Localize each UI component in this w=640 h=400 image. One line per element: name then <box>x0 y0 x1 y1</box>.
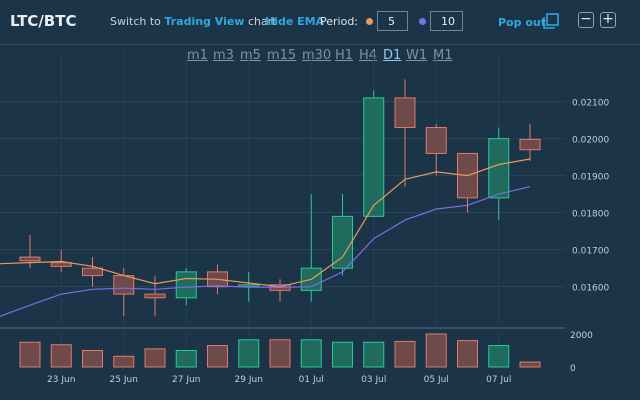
date-tick-label: 01 Jul <box>299 375 324 385</box>
candle-body <box>19 256 41 262</box>
candle-body <box>82 267 103 277</box>
date-tick-label: 07 Jul <box>486 375 511 385</box>
volume-bar <box>300 339 322 368</box>
candle-body <box>332 215 353 269</box>
price-tick-label: 0.01600 <box>572 284 609 294</box>
volume-bar <box>457 340 478 368</box>
price-tick-label: 0.01800 <box>572 210 609 220</box>
price-tick-label: 0.02100 <box>572 99 609 109</box>
price-tick-label: 0.01700 <box>572 247 609 257</box>
candle-body <box>50 262 72 267</box>
volume-tick-label: 0 <box>570 364 576 374</box>
ema-slow-line <box>0 186 531 317</box>
volume-bar <box>82 350 103 368</box>
candle-body <box>394 97 416 129</box>
candlestick-chart[interactable]: 0.02100 0.02000 0.01900 0.01800 0.01700 0.016… <box>0 0 640 400</box>
candle-body <box>144 293 166 299</box>
volume-bar <box>238 339 260 368</box>
ema-fast-line <box>0 158 531 288</box>
date-tick-label: 25 Jun <box>110 375 138 385</box>
volume-bar <box>488 345 510 368</box>
date-tick-label: 29 Jun <box>235 375 263 385</box>
candle-body <box>113 275 135 295</box>
volume-bar <box>519 361 541 368</box>
candle-body <box>175 271 197 299</box>
date-tick-label: 23 Jun <box>47 375 75 385</box>
volume-bar <box>269 339 291 368</box>
volume-bar <box>175 350 197 368</box>
volume-bar <box>50 344 72 368</box>
volume-bar <box>332 341 353 368</box>
volume-bar <box>207 345 228 368</box>
date-tick-label: 05 Jul <box>424 375 449 385</box>
volume-bar <box>144 348 166 368</box>
price-tick-label: 0.01900 <box>572 173 609 183</box>
volume-bar <box>19 341 41 368</box>
volume-bar <box>425 333 447 368</box>
price-tick-label: 0.02000 <box>572 136 609 146</box>
candle-body <box>425 127 447 154</box>
candle-body <box>519 138 541 151</box>
date-tick-label: 27 Jun <box>172 375 200 385</box>
volume-bar <box>394 340 416 368</box>
volume-bar <box>363 341 385 368</box>
date-tick-label: 03 Jul <box>361 375 386 385</box>
volume-bar <box>113 355 135 368</box>
candle-body <box>363 97 385 217</box>
candle-body <box>488 138 510 199</box>
volume-tick-label: 2000 <box>570 331 593 341</box>
